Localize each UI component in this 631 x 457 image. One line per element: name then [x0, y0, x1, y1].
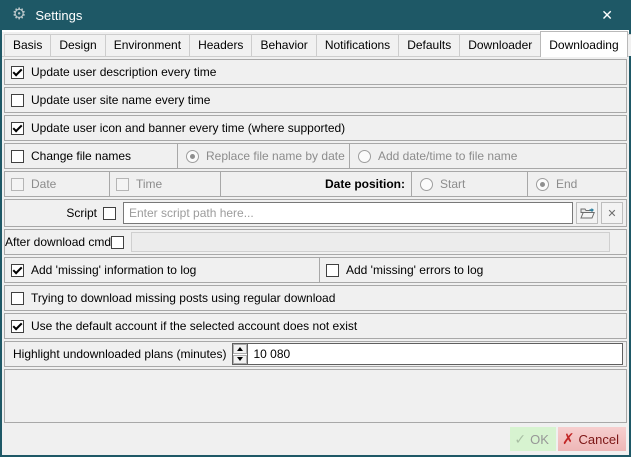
clear-script-button[interactable]: ✕ — [601, 202, 623, 224]
ok-button-label: OK — [530, 432, 549, 447]
browse-script-button[interactable] — [576, 202, 598, 224]
missing-info-label: Add 'missing' information to log — [31, 263, 196, 277]
option-row: Trying to download missing posts using r… — [4, 285, 627, 311]
add-datetime-label: Add date/time to file name — [378, 149, 517, 163]
spinner-up-icon[interactable] — [233, 344, 247, 354]
gear-icon: ⚙ — [12, 7, 26, 23]
update-description-checkbox[interactable] — [11, 66, 24, 79]
script-path-input[interactable] — [123, 202, 573, 224]
highlight-plans-input[interactable] — [248, 343, 623, 365]
ok-check-icon: ✓ — [514, 431, 526, 448]
option-row: Update user description every time — [4, 59, 627, 85]
highlight-plans-spinner — [232, 343, 623, 365]
end-radio — [536, 178, 549, 191]
replace-by-date-radio[interactable] — [186, 150, 199, 163]
date-label: Date — [31, 177, 56, 191]
regular-download-checkbox[interactable] — [11, 292, 24, 305]
after-download-cmd-input — [131, 232, 610, 252]
tab-defaults[interactable]: Defaults — [398, 34, 460, 56]
tab-headers[interactable]: Headers — [189, 34, 252, 56]
file-names-row: Change file names Replace file name by d… — [4, 143, 627, 169]
tab-environment[interactable]: Environment — [105, 34, 190, 56]
highlight-plans-label: Highlight undownloaded plans (minutes) — [5, 347, 226, 361]
script-label: Script — [5, 206, 97, 220]
regular-download-label: Trying to download missing posts using r… — [31, 291, 335, 305]
tab-design[interactable]: Design — [50, 34, 105, 56]
window-title: Settings — [35, 8, 82, 23]
add-datetime-radio[interactable] — [358, 150, 371, 163]
option-row: Update user site name every time — [4, 87, 627, 113]
end-label: End — [556, 177, 577, 191]
missing-log-row: Add 'missing' information to log Add 'mi… — [4, 257, 627, 283]
after-download-cmd-row: After download cmd — [4, 229, 627, 255]
start-radio — [420, 178, 433, 191]
replace-by-date-label: Replace file name by date — [206, 149, 345, 163]
tab-behavior[interactable]: Behavior — [251, 34, 316, 56]
tab-downloading[interactable]: Downloading — [540, 31, 627, 57]
cancel-button-label: Cancel — [579, 432, 619, 447]
default-account-label: Use the default account if the selected … — [31, 319, 357, 333]
missing-info-checkbox[interactable] — [11, 264, 24, 277]
script-checkbox[interactable] — [103, 207, 116, 220]
time-checkbox — [116, 178, 129, 191]
settings-window: ⚙ Settings ✕ Basis Design Environment He… — [0, 0, 631, 457]
change-file-names-checkbox[interactable] — [11, 150, 24, 163]
tab-bar: Basis Design Environment Headers Behavio… — [2, 30, 629, 57]
spinner-down-icon[interactable] — [233, 355, 247, 365]
cancel-x-icon: ✗ — [562, 430, 575, 448]
default-account-checkbox[interactable] — [11, 320, 24, 333]
update-site-name-checkbox[interactable] — [11, 94, 24, 107]
change-file-names-label: Change file names — [31, 149, 131, 163]
update-site-name-label: Update user site name every time — [31, 93, 210, 107]
ok-button[interactable]: ✓ OK — [510, 427, 556, 451]
highlight-plans-row: Highlight undownloaded plans (minutes) — [4, 341, 627, 367]
downloading-tab-content: Update user description every time Updat… — [2, 57, 629, 425]
tab-basis[interactable]: Basis — [4, 34, 51, 56]
start-label: Start — [440, 177, 465, 191]
empty-panel — [4, 369, 627, 423]
cancel-button[interactable]: ✗ Cancel — [558, 427, 626, 451]
date-position-row: Date Time Date position: Start End — [4, 171, 627, 197]
after-download-cmd-checkbox[interactable] — [111, 236, 124, 249]
clear-x-icon: ✕ — [607, 207, 616, 220]
tab-downloader[interactable]: Downloader — [459, 34, 541, 56]
open-folder-icon — [580, 207, 595, 220]
close-button[interactable]: ✕ — [595, 5, 619, 26]
update-description-label: Update user description every time — [31, 65, 216, 79]
update-icon-banner-label: Update user icon and banner every time (… — [31, 121, 345, 135]
time-label: Time — [136, 177, 162, 191]
update-icon-banner-checkbox[interactable] — [11, 122, 24, 135]
date-position-label: Date position: — [325, 177, 405, 191]
titlebar: ⚙ Settings ✕ — [2, 0, 629, 30]
after-download-cmd-label: After download cmd — [5, 235, 105, 249]
missing-errors-checkbox[interactable] — [326, 264, 339, 277]
option-row: Update user icon and banner every time (… — [4, 115, 627, 141]
date-checkbox — [11, 178, 24, 191]
dialog-button-bar: ✓ OK ✗ Cancel — [2, 425, 629, 455]
missing-errors-label: Add 'missing' errors to log — [346, 263, 483, 277]
tab-notifications[interactable]: Notifications — [316, 34, 399, 56]
option-row: Use the default account if the selected … — [4, 313, 627, 339]
script-row: Script ✕ — [4, 199, 627, 227]
